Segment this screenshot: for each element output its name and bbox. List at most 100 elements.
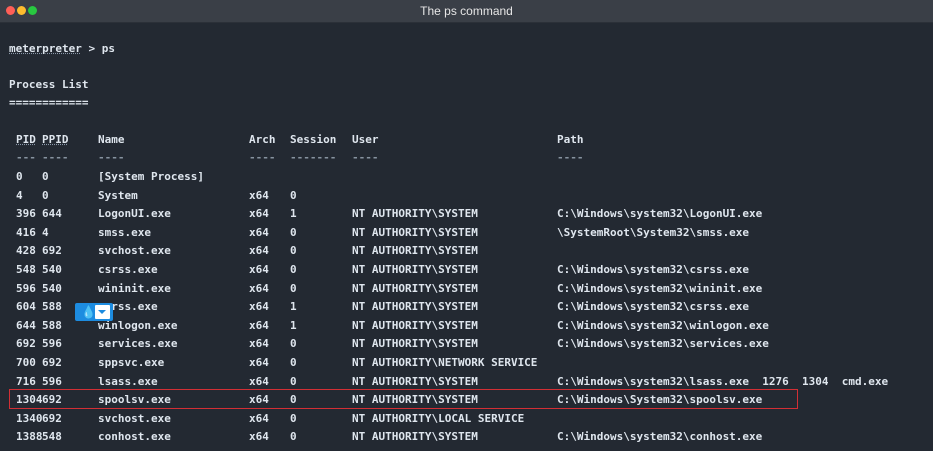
- process-path-cell: C:\Windows\system32\LogonUI.exe: [557, 207, 763, 221]
- process-name-cell: svchost.exe: [98, 244, 171, 258]
- window-title: The ps command: [420, 4, 513, 18]
- process-name-cell: services.exe: [98, 337, 178, 351]
- process-arch-cell: x64: [249, 281, 269, 295]
- process-path-cell: C:\Windows\system32\winlogon.exe: [557, 318, 769, 332]
- process-name-cell: sppsvc.exe: [98, 356, 165, 369]
- process-arch-cell: x64: [249, 300, 269, 314]
- process-arch-cell: x64: [249, 207, 269, 221]
- column-header-pid: PID: [16, 133, 36, 146]
- command-prompt: meterpreter > ps: [9, 42, 115, 55]
- process-ppid-cell: 0: [42, 188, 49, 202]
- process-user-cell: NT AUTHORITY\SYSTEM: [352, 207, 478, 221]
- process-arch-cell: x64: [249, 263, 269, 276]
- process-name-cell: svchost.exe: [98, 411, 171, 425]
- process-user-cell: NT AUTHORITY\SYSTEM: [352, 263, 478, 276]
- process-user-cell: NT AUTHORITY\NETWORK SERVICE: [352, 356, 538, 369]
- process-row: 604 588 csrss.exe x64 1 NT AUTHORITY\SYSTEM C:…: [0, 300, 933, 318]
- process-ppid-cell: 644: [42, 207, 62, 221]
- process-session-cell: 0: [290, 430, 297, 444]
- divider-pid: ---: [16, 151, 36, 164]
- process-row: 548 540 csrss.exe x64 0 NT AUTHORITY\SYSTEM C:…: [0, 263, 933, 281]
- process-arch-cell: x64: [249, 225, 269, 239]
- process-session-cell: 0: [290, 281, 297, 295]
- process-row: 1340 692 svchost.exe x64 0 NT AUTHORITY\LOCAL…: [0, 412, 933, 430]
- process-user-cell: NT AUTHORITY\SYSTEM: [352, 225, 478, 239]
- process-name-cell: conhost.exe: [98, 430, 171, 444]
- process-ppid-cell: 540: [42, 281, 62, 295]
- process-pid-cell: 548: [16, 263, 36, 276]
- process-session-cell: 0: [290, 356, 297, 369]
- process-pid-cell: 396: [16, 207, 36, 221]
- column-header-user: User: [352, 133, 379, 146]
- process-ppid-cell: 692: [42, 356, 62, 369]
- process-ppid-cell: 596: [42, 337, 62, 351]
- process-name-cell: LogonUI.exe: [98, 207, 171, 221]
- water-drop-icon[interactable]: 💧: [81, 305, 96, 319]
- process-arch-cell: x64: [249, 356, 269, 369]
- process-user-cell: NT AUTHORITY\SYSTEM: [352, 374, 478, 388]
- process-pid-cell: 428: [16, 244, 36, 258]
- process-row: 644 588 winlogon.exe x64 1 NT AUTHORITY\SYSTE…: [0, 319, 933, 337]
- floating-widget[interactable]: 💧: [75, 303, 113, 321]
- process-arch-cell: x64: [249, 318, 269, 332]
- divider-ppid: ----: [42, 151, 69, 164]
- process-ppid-cell: 588: [42, 318, 62, 332]
- process-row: 4 0 System x64 0: [0, 189, 933, 207]
- divider-user: ----: [352, 151, 379, 164]
- process-user-cell: NT AUTHORITY\SYSTEM: [352, 281, 478, 295]
- process-session-cell: 0: [290, 188, 297, 202]
- process-user-cell: NT AUTHORITY\SYSTEM: [352, 337, 478, 351]
- process-arch-cell: x64: [249, 337, 269, 351]
- process-path-cell: C:\Windows\system32\wininit.exe: [557, 281, 763, 295]
- process-ppid-cell: 692: [42, 411, 62, 425]
- process-user-cell: NT AUTHORITY\SYSTEM: [352, 244, 478, 258]
- column-header-arch: Arch: [249, 133, 276, 146]
- divider-arch: ----: [249, 151, 276, 164]
- divider-path: ----: [557, 151, 584, 164]
- process-pid-cell: 700: [16, 356, 36, 369]
- process-session-cell: 1: [290, 318, 297, 332]
- process-ppid-cell: 548: [42, 430, 62, 444]
- process-session-cell: 1: [290, 207, 297, 221]
- process-ppid-cell: 540: [42, 263, 62, 276]
- process-session-cell: 0: [290, 244, 297, 258]
- process-path-cell: C:\Windows\system32\services.exe: [557, 337, 769, 351]
- process-pid-cell: 0: [16, 170, 23, 183]
- process-user-cell: NT AUTHORITY\SYSTEM: [352, 430, 478, 444]
- process-pid-cell: 1340: [16, 411, 43, 425]
- process-ppid-cell: 692: [42, 244, 62, 258]
- process-name-cell: System: [98, 188, 138, 202]
- column-header-ppid: PPID: [42, 133, 69, 146]
- process-name-cell: [System Process]: [98, 170, 204, 183]
- process-pid-cell: 644: [16, 318, 36, 332]
- process-row: 0 0 [System Process]: [0, 170, 933, 188]
- process-list-heading: Process List: [9, 78, 89, 91]
- process-row: 596 540 wininit.exe x64 0 NT AUTHORITY\SYSTEM…: [0, 282, 933, 300]
- process-session-cell: 0: [290, 225, 297, 239]
- process-session-cell: 0: [290, 411, 297, 425]
- process-session-cell: 0: [290, 263, 297, 276]
- prompt-label: meterpreter: [9, 42, 82, 55]
- process-arch-cell: x64: [249, 244, 269, 258]
- dropdown-card-icon[interactable]: [95, 305, 110, 319]
- process-session-cell: 1: [290, 300, 297, 314]
- process-arch-cell: x64: [249, 411, 269, 425]
- process-ppid-cell: 0: [42, 170, 49, 183]
- column-divider-row: --- ---- ---- ---- ------- ---- ----: [0, 151, 933, 169]
- process-row: 700 692 sppsvc.exe x64 0 NT AUTHORITY\NETWORK…: [0, 356, 933, 374]
- divider-name: ----: [98, 151, 125, 164]
- process-path-cell: C:\Windows\system32\lsass.exe 1276 1304 …: [557, 374, 889, 388]
- divider-session: -------: [290, 151, 337, 164]
- column-header-row: PID PPID Name Arch Session User Path: [0, 133, 933, 151]
- terminal-output[interactable]: meterpreter > ps Process List ==========…: [0, 23, 933, 451]
- process-name-cell: smss.exe: [98, 225, 151, 239]
- process-arch-cell: x64: [249, 374, 269, 388]
- process-user-cell: NT AUTHORITY\LOCAL SERVICE: [352, 411, 525, 425]
- process-path-cell: C:\Windows\system32\conhost.exe: [557, 430, 763, 444]
- column-header-session: Session: [290, 133, 337, 146]
- process-name-cell: wininit.exe: [98, 281, 171, 295]
- process-row: 416 4 smss.exe x64 0 NT AUTHORITY\SYSTEM \Syst…: [0, 226, 933, 244]
- process-path-cell: C:\Windows\system32\csrss.exe: [557, 263, 750, 276]
- process-row: 428 692 svchost.exe x64 0 NT AUTHORITY\SYSTEM: [0, 244, 933, 262]
- highlighted-row-box: [9, 389, 798, 409]
